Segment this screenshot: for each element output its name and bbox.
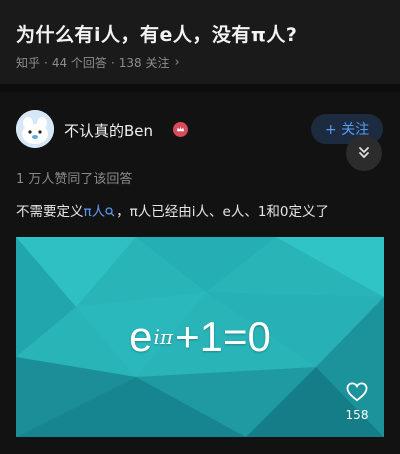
separator: · [44,55,48,70]
question-meta[interactable]: 知乎 · 44 个回答 · 138 关注 › [16,54,180,71]
answer-text: 不需要定义π人 ，π人已经由i人、e人、1和0定义了 [16,200,329,220]
author-name[interactable]: 不认真的Ben [64,120,153,141]
avatar[interactable] [16,110,54,148]
link-text: π人 [83,204,106,220]
euler-identity: e iπ +1=0 [16,237,384,437]
answer-text-start: 不需要定义 [16,204,84,220]
answer-text-end: ，π人已经由i人、e人、1和0定义了 [116,204,330,220]
question-title[interactable]: 为什么有i人，有e人，没有π人? [16,20,297,47]
formula-base: e [129,313,153,360]
follower-count: 138 关注 [118,56,170,70]
expand-button[interactable] [346,135,382,171]
answer-image[interactable]: e iπ +1=0 158 [16,237,384,437]
upvote-count: 1 万人赞同了该回答 [16,172,133,187]
separator: · [110,55,115,70]
source-label: 知乎 [16,56,41,70]
chevron-double-down-icon [359,147,369,159]
formula-rest: +1=0 [175,313,271,360]
like-button[interactable]: 158 [340,382,374,422]
badge-icon [173,122,188,137]
search-icon [105,207,115,217]
pi-person-link[interactable]: π人 [84,204,117,220]
author-row: 不认真的Ben + 关注 [16,110,384,150]
chevron-right-icon: › [174,55,180,70]
section-divider [0,84,400,92]
heart-icon [346,382,368,402]
formula-exponent: iπ [153,325,174,349]
question-header: 为什么有i人，有e人，没有π人? 知乎 · 44 个回答 · 138 关注 › [0,0,400,84]
answer-count: 44 个回答 [51,56,107,70]
like-count: 158 [345,408,369,422]
